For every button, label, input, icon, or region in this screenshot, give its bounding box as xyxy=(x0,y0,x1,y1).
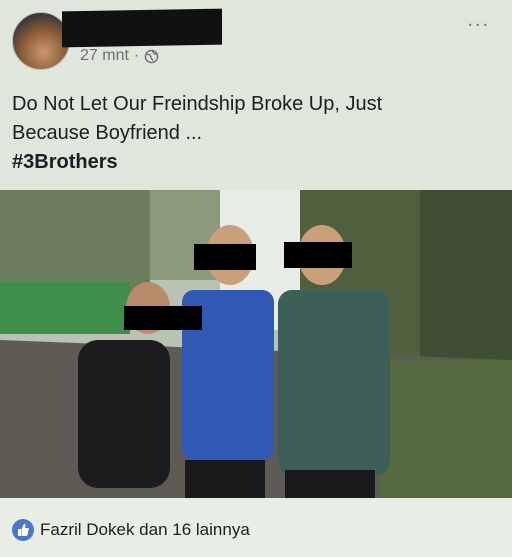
censor-bar xyxy=(124,306,202,330)
post-meta: 27 mnt · xyxy=(80,47,159,65)
post-text-line: Do Not Let Our Freindship Broke Up, Just xyxy=(12,93,383,115)
censor-bar xyxy=(284,242,352,268)
post-text: Do Not Let Our Freindship Broke Up, Just… xyxy=(12,90,492,177)
globe-icon xyxy=(144,49,159,63)
censor-bar xyxy=(194,244,256,270)
post-photo[interactable] xyxy=(0,190,512,498)
post-text-line: Because Boyfriend ... xyxy=(12,122,203,144)
photo-illustration xyxy=(0,190,512,498)
like-icon[interactable] xyxy=(12,519,34,541)
more-options-button[interactable]: ... xyxy=(467,10,490,30)
redacted-author-name xyxy=(62,8,222,48)
reactions-summary[interactable]: Fazril Dokek dan 16 lainnya xyxy=(40,520,250,540)
hashtag-link[interactable]: #3Brothers xyxy=(12,148,492,177)
post-header: 27 mnt · ... xyxy=(0,0,512,80)
post-time[interactable]: 27 mnt xyxy=(80,47,129,65)
meta-separator: · xyxy=(133,47,140,64)
